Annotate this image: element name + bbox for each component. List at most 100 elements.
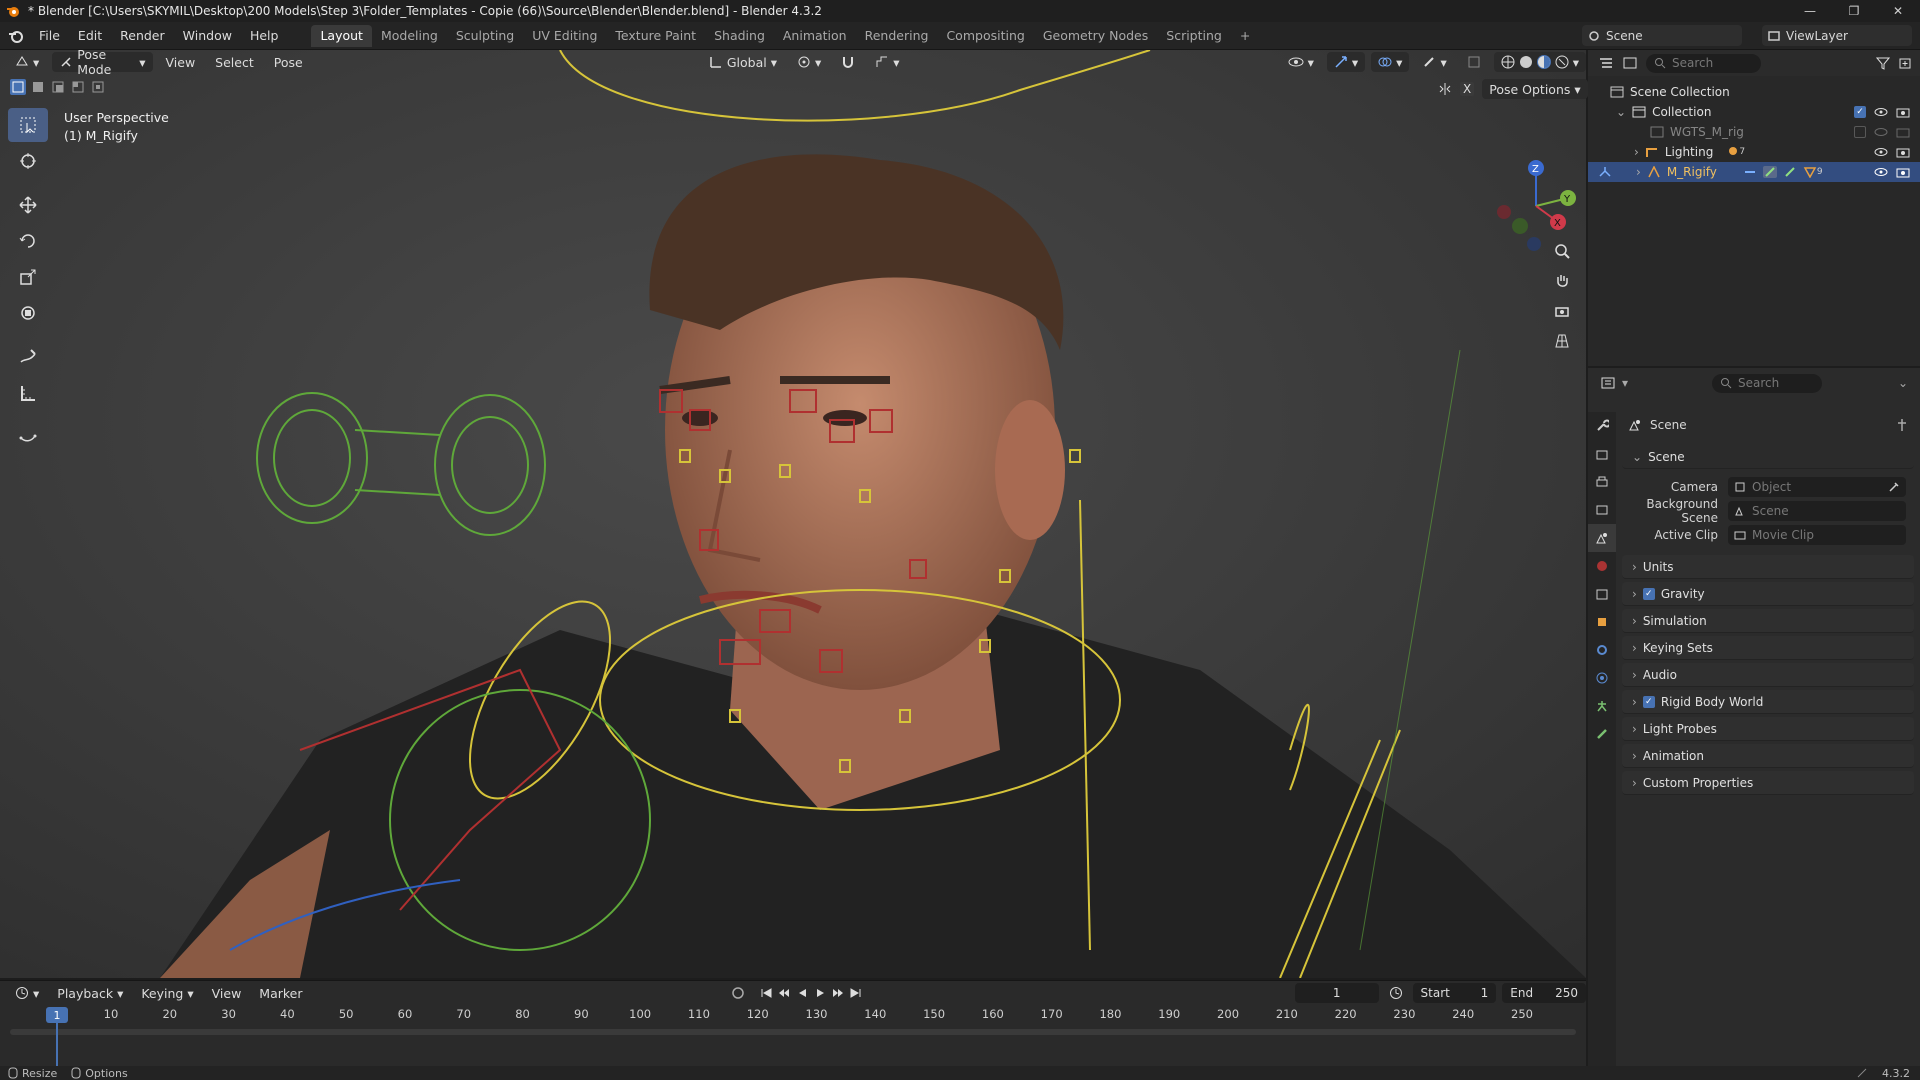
visibility-toggle[interactable]: ▾ — [1281, 52, 1321, 72]
pose-mode-icon[interactable] — [1598, 166, 1612, 178]
chevron-down-icon[interactable]: ⌄ — [1616, 105, 1626, 119]
tab-collection[interactable] — [1588, 580, 1616, 608]
display-mode-icon[interactable] — [1622, 56, 1638, 70]
chevron-right-icon[interactable]: › — [1634, 145, 1639, 159]
menu-window[interactable]: Window — [174, 25, 241, 47]
x-axis-toggle[interactable]: X — [1460, 82, 1475, 96]
menu-edit[interactable]: Edit — [69, 25, 111, 47]
zoom-button[interactable] — [1548, 238, 1576, 264]
view-layer-selector[interactable]: ViewLayer — [1762, 25, 1912, 46]
camera-view-button[interactable] — [1548, 298, 1576, 324]
jump-keyframe-forward-icon[interactable] — [831, 986, 845, 1000]
pose-options-dropdown[interactable]: Pose Options ▾ — [1482, 79, 1588, 99]
pivot-point-button[interactable]: ▾ — [790, 52, 828, 72]
panel-gravity[interactable]: › ✓ Gravity — [1622, 582, 1914, 606]
jump-end-icon[interactable] — [849, 986, 863, 1000]
eyedropper-icon[interactable] — [1888, 481, 1900, 493]
mode-selector[interactable]: Pose Mode ▾ — [52, 47, 153, 77]
tab-view-layer[interactable] — [1588, 496, 1616, 524]
minimize-button[interactable]: — — [1788, 0, 1832, 22]
eye-icon[interactable] — [1874, 147, 1888, 157]
gizmo-toggle[interactable]: ▾ — [1326, 52, 1366, 72]
tab-texture-paint[interactable]: Texture Paint — [606, 25, 705, 47]
outliner-row-lighting[interactable]: › Lighting 7 — [1588, 142, 1920, 162]
pin-icon[interactable] — [1896, 418, 1908, 432]
tab-modeling[interactable]: Modeling — [372, 25, 447, 47]
editor-type-button[interactable]: ▾ — [8, 52, 46, 72]
tab-modifiers[interactable] — [1588, 636, 1616, 664]
tab-animation[interactable]: Animation — [774, 25, 856, 47]
overlays-toggle[interactable]: ▾ — [1371, 52, 1410, 72]
panel-light-probes[interactable]: › Light Probes — [1622, 717, 1914, 741]
xray-toggle[interactable] — [1460, 52, 1488, 72]
chevron-right-icon[interactable]: › — [1636, 165, 1641, 179]
jump-keyframe-back-icon[interactable] — [777, 986, 791, 1000]
camera-render-icon[interactable] — [1896, 126, 1910, 138]
scene-selector[interactable]: Scene — [1582, 25, 1742, 46]
panel-keying-sets[interactable]: › Keying Sets — [1622, 636, 1914, 660]
background-scene-field[interactable]: Scene — [1728, 501, 1906, 521]
scale-tool[interactable] — [8, 260, 48, 294]
outliner-editor-icon[interactable] — [1598, 56, 1614, 70]
play-reverse-icon[interactable] — [795, 986, 809, 1000]
camera-object-field[interactable]: Object — [1728, 477, 1906, 497]
snap-target-button[interactable]: ▾ — [868, 52, 906, 72]
cursor-tool[interactable] — [8, 144, 48, 178]
start-frame-field[interactable]: Start 1 — [1412, 983, 1497, 1003]
rendered-shading-icon[interactable] — [1555, 55, 1569, 69]
select-intersect-icon[interactable] — [90, 79, 106, 95]
jump-start-icon[interactable] — [759, 986, 773, 1000]
tab-output[interactable] — [1588, 468, 1616, 496]
bone-size-tool[interactable] — [8, 420, 48, 454]
outliner-row-m-rigify[interactable]: › M_Rigify 9 — [1588, 162, 1920, 182]
timeline-editor-type[interactable]: ▾ — [8, 983, 46, 1003]
eye-icon[interactable] — [1874, 107, 1888, 117]
close-button[interactable]: ✕ — [1876, 0, 1920, 22]
pan-button[interactable] — [1548, 268, 1576, 294]
active-clip-field[interactable]: Movie Clip — [1728, 525, 1906, 545]
panel-custom-properties[interactable]: › Custom Properties — [1622, 771, 1914, 795]
viewport-menu-select[interactable]: Select — [208, 52, 261, 72]
auto-keying-toggle[interactable] — [731, 986, 745, 1000]
tab-render[interactable] — [1588, 440, 1616, 468]
add-workspace-button[interactable]: + — [1231, 25, 1259, 47]
properties-editor-icon[interactable] — [1600, 376, 1616, 390]
tab-scripting[interactable]: Scripting — [1157, 25, 1231, 47]
wireframe-shading-icon[interactable] — [1501, 55, 1515, 69]
panel-rigid-body-world[interactable]: › ✓ Rigid Body World — [1622, 690, 1914, 714]
camera-render-icon[interactable] — [1896, 106, 1910, 118]
tab-tool[interactable] — [1588, 412, 1616, 440]
tab-world[interactable] — [1588, 552, 1616, 580]
outliner-row-wgts[interactable]: WGTS_M_rig — [1588, 122, 1920, 142]
select-subtract-icon[interactable] — [50, 79, 66, 95]
exclude-checkbox-empty[interactable] — [1854, 126, 1866, 138]
annotate-tool[interactable] — [8, 340, 48, 374]
menu-render[interactable]: Render — [111, 25, 174, 47]
end-frame-field[interactable]: End 250 — [1502, 983, 1586, 1003]
menu-file[interactable]: File — [30, 25, 69, 47]
panel-audio[interactable]: › Audio — [1622, 663, 1914, 687]
shading-mode-group[interactable]: ▾ — [1493, 52, 1586, 72]
tab-physics[interactable] — [1588, 664, 1616, 692]
tab-object[interactable] — [1588, 608, 1616, 636]
timeline-scrollbar[interactable] — [10, 1029, 1576, 1035]
tab-armature-data[interactable] — [1588, 692, 1616, 720]
blender-menu-icon[interactable] — [8, 28, 24, 44]
transform-orientation-selector[interactable]: Global ▾ — [702, 52, 784, 72]
new-collection-icon[interactable] — [1898, 56, 1912, 70]
camera-render-icon[interactable] — [1896, 166, 1910, 178]
tab-scene[interactable] — [1588, 524, 1616, 552]
select-new-icon[interactable] — [10, 79, 26, 95]
ortho-toggle-button[interactable] — [1548, 328, 1576, 354]
filter-icon[interactable] — [1876, 56, 1890, 70]
maximize-button[interactable]: ❐ — [1832, 0, 1876, 22]
gravity-checkbox[interactable]: ✓ — [1642, 587, 1655, 600]
transform-tool[interactable] — [8, 296, 48, 330]
exclude-checkbox[interactable]: ✓ — [1854, 106, 1866, 118]
outliner-search-input[interactable]: Search — [1646, 53, 1761, 73]
select-box-tool[interactable] — [8, 108, 48, 142]
tab-uv-editing[interactable]: UV Editing — [523, 25, 606, 47]
select-invert-icon[interactable] — [70, 79, 86, 95]
viewport-menu-pose[interactable]: Pose — [267, 52, 310, 72]
select-extend-icon[interactable] — [30, 79, 46, 95]
